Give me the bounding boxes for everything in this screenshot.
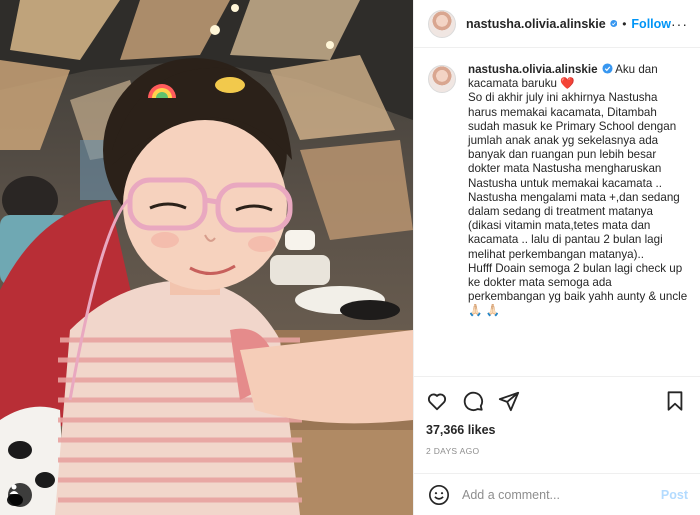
follow-button[interactable]: Follow xyxy=(631,17,671,31)
caption: nastusha.olivia.alinskie Aku dan kacamat… xyxy=(428,63,688,319)
post-header: nastusha.olivia.alinskie • Follow ··· xyxy=(414,0,700,48)
bookmark-icon[interactable] xyxy=(664,390,686,412)
verified-badge-icon xyxy=(609,20,617,27)
heart-emoji: ❤️ xyxy=(560,77,575,91)
post-photo[interactable] xyxy=(0,0,413,515)
caption-body: So di akhir july ini akhirnya Nastusha h… xyxy=(468,91,688,318)
caption-username[interactable]: nastusha.olivia.alinskie xyxy=(468,63,598,76)
comment-input[interactable] xyxy=(462,487,661,502)
share-icon[interactable] xyxy=(498,390,520,412)
emoji-icon[interactable] xyxy=(428,484,450,506)
likes-count[interactable]: 37,366 likes xyxy=(426,423,688,437)
post-date[interactable]: 2 DAYS AGO xyxy=(426,446,688,456)
more-options-button[interactable]: ··· xyxy=(671,16,688,32)
post-comment-button[interactable]: Post xyxy=(661,488,688,502)
separator-dot: • xyxy=(622,16,627,31)
caption-author-avatar[interactable] xyxy=(428,65,456,93)
instagram-post-view: nastusha.olivia.alinskie • Follow ··· na… xyxy=(0,0,700,515)
author-username[interactable]: nastusha.olivia.alinskie xyxy=(466,17,606,31)
verified-badge-icon xyxy=(601,63,613,74)
post-side-panel: nastusha.olivia.alinskie • Follow ··· na… xyxy=(413,0,700,515)
caption-scroll-area[interactable]: nastusha.olivia.alinskie Aku dan kacamat… xyxy=(414,49,700,375)
action-bar xyxy=(426,377,688,425)
post-actions-area: 37,366 likes 2 DAYS AGO xyxy=(414,376,700,456)
caption-text: nastusha.olivia.alinskie Aku dan kacamat… xyxy=(468,63,688,319)
heart-icon[interactable] xyxy=(426,390,448,412)
author-avatar[interactable] xyxy=(428,9,456,38)
user-tag-icon[interactable] xyxy=(8,483,32,507)
comment-bar: Post xyxy=(414,473,700,515)
photo-illustration xyxy=(0,0,413,515)
comment-icon[interactable] xyxy=(462,390,484,412)
